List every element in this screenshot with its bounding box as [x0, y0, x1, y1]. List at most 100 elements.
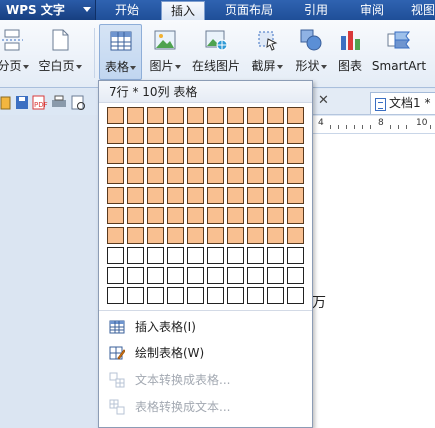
table-grid-cell[interactable] — [247, 287, 264, 304]
table-grid-cell[interactable] — [167, 207, 184, 224]
tab-page-layout[interactable]: 页面布局 — [218, 0, 280, 20]
table-grid-cell[interactable] — [227, 287, 244, 304]
close-icon[interactable]: ✕ — [318, 93, 329, 108]
tab-home[interactable]: 开始 — [104, 0, 150, 20]
document-page[interactable]: 万 — [312, 134, 435, 428]
table-grid-cell[interactable] — [227, 127, 244, 144]
page-break-button[interactable]: 分页 — [0, 24, 32, 80]
table-grid-cell[interactable] — [167, 147, 184, 164]
table-grid-cell[interactable] — [187, 187, 204, 204]
table-grid-cell[interactable] — [107, 147, 124, 164]
shapes-button[interactable]: 形状 — [290, 24, 332, 80]
table-grid-cell[interactable] — [207, 207, 224, 224]
screenshot-button[interactable]: 截屏 — [246, 24, 288, 80]
table-grid-cell[interactable] — [167, 187, 184, 204]
table-grid-cell[interactable] — [127, 287, 144, 304]
table-grid-cell[interactable] — [267, 147, 284, 164]
table-grid-cell[interactable] — [267, 227, 284, 244]
table-grid-cell[interactable] — [287, 227, 304, 244]
table-grid-cell[interactable] — [227, 227, 244, 244]
blank-page-button[interactable]: 空白页 — [34, 24, 86, 80]
table-grid-cell[interactable] — [287, 207, 304, 224]
table-grid-cell[interactable] — [207, 107, 224, 124]
table-grid-cell[interactable] — [127, 147, 144, 164]
table-grid-cell[interactable] — [107, 267, 124, 284]
table-grid-cell[interactable] — [287, 267, 304, 284]
table-grid-cell[interactable] — [107, 207, 124, 224]
table-grid-cell[interactable] — [187, 287, 204, 304]
table-grid-cell[interactable] — [107, 107, 124, 124]
table-grid-cell[interactable] — [107, 247, 124, 264]
tab-review[interactable]: 审阅 — [352, 0, 392, 20]
table-grid-cell[interactable] — [167, 167, 184, 184]
table-grid-cell[interactable] — [267, 287, 284, 304]
table-grid-cell[interactable] — [247, 187, 264, 204]
text-to-table-item[interactable]: 文本转换成表格... — [99, 367, 312, 393]
table-grid-cell[interactable] — [147, 267, 164, 284]
table-grid-cell[interactable] — [227, 207, 244, 224]
table-grid-cell[interactable] — [267, 187, 284, 204]
table-grid-cell[interactable] — [267, 267, 284, 284]
table-grid-cell[interactable] — [147, 207, 164, 224]
tab-view[interactable]: 视图 — [408, 0, 435, 20]
table-grid-cell[interactable] — [187, 267, 204, 284]
table-grid-cell[interactable] — [147, 247, 164, 264]
table-grid-cell[interactable] — [127, 187, 144, 204]
table-grid-cell[interactable] — [267, 107, 284, 124]
table-grid-cell[interactable] — [187, 147, 204, 164]
table-grid-cell[interactable] — [107, 227, 124, 244]
table-grid-cell[interactable] — [147, 227, 164, 244]
picture-button[interactable]: 图片 — [144, 24, 186, 80]
online-picture-button[interactable]: 在线图片 — [190, 24, 242, 80]
table-grid-cell[interactable] — [147, 167, 164, 184]
table-grid-cell[interactable] — [187, 227, 204, 244]
table-grid-cell[interactable] — [127, 207, 144, 224]
table-grid-cell[interactable] — [247, 147, 264, 164]
table-grid-cell[interactable] — [167, 227, 184, 244]
app-menu-button[interactable]: WPS 文字 — [0, 0, 96, 20]
table-grid-cell[interactable] — [247, 267, 264, 284]
table-grid-cell[interactable] — [287, 247, 304, 264]
table-grid-cell[interactable] — [207, 167, 224, 184]
table-grid-cell[interactable] — [247, 227, 264, 244]
table-grid-cell[interactable] — [147, 147, 164, 164]
draw-table-item[interactable]: 绘制表格(W) — [99, 340, 312, 366]
table-grid-cell[interactable] — [247, 207, 264, 224]
table-grid-cell[interactable] — [267, 127, 284, 144]
table-grid-cell[interactable] — [107, 127, 124, 144]
table-grid-cell[interactable] — [287, 127, 304, 144]
table-grid-cell[interactable] — [267, 167, 284, 184]
table-grid-cell[interactable] — [167, 267, 184, 284]
table-grid-cell[interactable] — [207, 187, 224, 204]
table-grid-cell[interactable] — [167, 247, 184, 264]
table-grid-cell[interactable] — [247, 107, 264, 124]
table-to-text-item[interactable]: 表格转换成文本... — [99, 394, 312, 420]
table-grid-cell[interactable] — [127, 107, 144, 124]
table-grid-cell[interactable] — [247, 247, 264, 264]
table-grid-cell[interactable] — [127, 127, 144, 144]
table-grid-cell[interactable] — [287, 147, 304, 164]
table-grid-cell[interactable] — [287, 107, 304, 124]
table-grid-cell[interactable] — [187, 207, 204, 224]
table-grid-cell[interactable] — [147, 287, 164, 304]
table-grid-cell[interactable] — [187, 167, 204, 184]
document-tab[interactable]: 文档1 * — [370, 92, 435, 114]
table-grid-cell[interactable] — [207, 127, 224, 144]
table-grid-cell[interactable] — [187, 127, 204, 144]
smartart-button[interactable]: SmartArt — [368, 24, 430, 80]
table-grid-cell[interactable] — [207, 287, 224, 304]
table-grid-cell[interactable] — [187, 107, 204, 124]
table-grid-cell[interactable] — [207, 147, 224, 164]
table-grid-cell[interactable] — [207, 267, 224, 284]
table-grid-cell[interactable] — [167, 127, 184, 144]
table-grid-cell[interactable] — [147, 187, 164, 204]
table-button[interactable]: 表格 — [99, 24, 142, 80]
table-grid-cell[interactable] — [107, 167, 124, 184]
table-grid-cell[interactable] — [167, 107, 184, 124]
table-grid-cell[interactable] — [287, 167, 304, 184]
table-grid-cell[interactable] — [127, 167, 144, 184]
table-grid-cell[interactable] — [287, 287, 304, 304]
insert-table-item[interactable]: 插入表格(I) — [99, 314, 312, 340]
table-grid-cell[interactable] — [147, 107, 164, 124]
table-grid-cell[interactable] — [207, 247, 224, 264]
